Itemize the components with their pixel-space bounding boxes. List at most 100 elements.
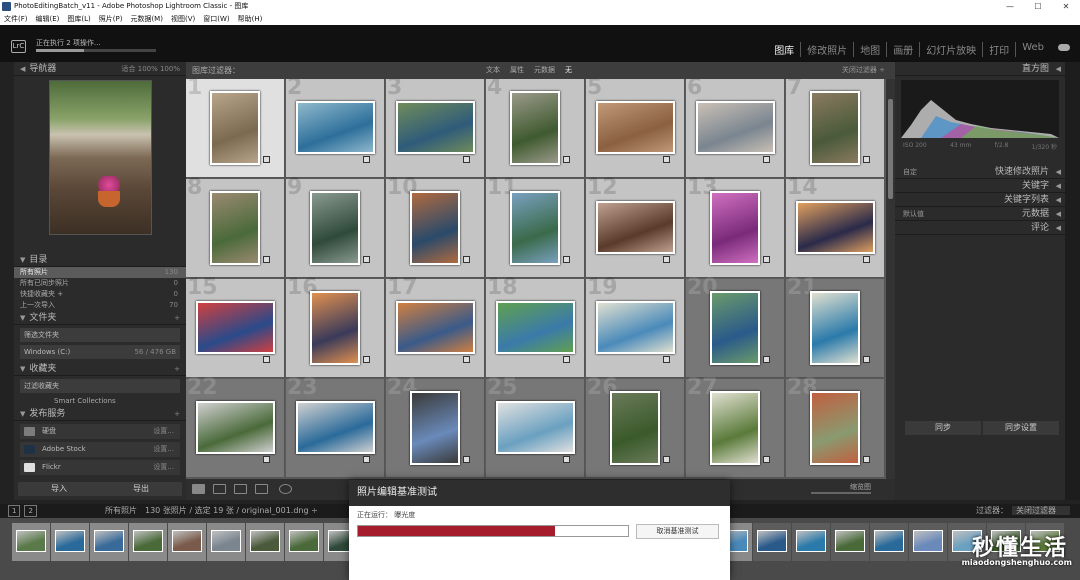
photo-thumbnail[interactable]	[410, 191, 460, 265]
menu-library[interactable]: 图库(L)	[67, 13, 90, 25]
grid-cell[interactable]: 4	[486, 79, 585, 178]
photo-thumbnail[interactable]	[410, 391, 460, 465]
photo-thumbnail[interactable]	[210, 191, 260, 265]
filmstrip-thumb[interactable]	[207, 523, 245, 561]
grid-cell[interactable]: 9	[286, 175, 385, 278]
filter-none[interactable]: 无	[565, 62, 572, 79]
photo-thumbnail[interactable]	[696, 101, 775, 154]
folders-header[interactable]: ▼ 文件夹 +	[14, 311, 186, 325]
catalog-synced[interactable]: 所有已同步照片 0	[14, 278, 186, 289]
filmstrip-filter[interactable]: 过滤器： 关闭过滤器	[976, 504, 1070, 518]
photo-thumbnail[interactable]	[710, 291, 760, 365]
compare-view-icon[interactable]	[234, 484, 247, 494]
minimize-button[interactable]: —	[996, 0, 1024, 13]
keywording-header[interactable]: 关键字 ◀	[895, 179, 1065, 193]
photo-thumbnail[interactable]	[396, 301, 475, 354]
grid-cell[interactable]: 3	[386, 79, 485, 178]
filter-attribute[interactable]: 属性	[510, 62, 524, 79]
grid-cell[interactable]: 21	[786, 275, 885, 378]
export-button[interactable]: 导出	[100, 482, 182, 496]
grid-cell[interactable]: 11	[486, 175, 585, 278]
photo-thumbnail[interactable]	[710, 191, 760, 265]
keyword-list-header[interactable]: 关键字列表 ◀	[895, 193, 1065, 207]
filmstrip-thumb[interactable]	[51, 523, 89, 561]
grid-cell[interactable]: 26	[586, 375, 685, 478]
catalog-header[interactable]: ▼ 目录	[14, 253, 186, 267]
photo-thumbnail[interactable]	[810, 391, 860, 465]
filter-preset[interactable]: 关闭过滤器 ÷	[842, 62, 885, 79]
grid-view-icon[interactable]	[192, 484, 205, 494]
close-button[interactable]: ✕	[1052, 0, 1080, 13]
photo-thumbnail[interactable]	[810, 91, 860, 165]
window-1-button[interactable]: 1	[8, 505, 21, 517]
import-button[interactable]: 导入	[18, 482, 100, 496]
photo-thumbnail[interactable]	[296, 101, 375, 154]
publish-flickr[interactable]: Flickr 设置...	[20, 460, 180, 475]
sync-settings-button[interactable]: 同步设置	[983, 421, 1059, 435]
photo-thumbnail[interactable]	[310, 191, 360, 265]
filmstrip-thumb[interactable]	[90, 523, 128, 561]
grid-cell[interactable]: 17	[386, 275, 485, 378]
menu-window[interactable]: 窗口(W)	[203, 13, 229, 25]
filmstrip-thumb[interactable]	[831, 523, 869, 561]
volume-windows-c[interactable]: Windows (C:) 56 / 476 GB	[20, 345, 180, 359]
photo-thumbnail[interactable]	[710, 391, 760, 465]
grid-cell[interactable]: 2	[286, 79, 385, 178]
collection-search[interactable]: 过滤收藏夹	[20, 379, 180, 393]
grid-cell[interactable]: 20	[686, 275, 785, 378]
cancel-benchmark-button[interactable]: 取消基准测试	[636, 524, 719, 539]
grid-cell[interactable]: 22	[186, 375, 285, 478]
navigator-preview[interactable]	[49, 80, 152, 235]
grid-cell[interactable]: 15	[186, 275, 285, 378]
filter-text[interactable]: 文本	[486, 62, 500, 79]
catalog-all-photos[interactable]: 所有照片 130	[14, 267, 186, 278]
catalog-quick-collection[interactable]: 快捷收藏夹 +0	[14, 289, 186, 300]
grid-cell[interactable]: 27	[686, 375, 785, 478]
filmstrip-thumb[interactable]	[909, 523, 947, 561]
smart-collections[interactable]: Smart Collections	[14, 396, 186, 407]
grid-cell[interactable]: 25	[486, 375, 585, 478]
grid-cell[interactable]: 19	[586, 275, 685, 378]
module-develop[interactable]: 修改照片	[801, 42, 855, 57]
survey-view-icon[interactable]	[255, 484, 268, 494]
quick-develop-header[interactable]: 自定 快速修改照片 ◀	[895, 165, 1065, 179]
photo-thumbnail[interactable]	[310, 291, 360, 365]
photo-thumbnail[interactable]	[596, 301, 675, 354]
grid-cell[interactable]: 23	[286, 375, 385, 478]
publish-adobe-stock[interactable]: Adobe Stock 设置...	[20, 442, 180, 457]
maximize-button[interactable]: ☐	[1024, 0, 1052, 13]
photo-thumbnail[interactable]	[810, 291, 860, 365]
module-library[interactable]: 图库	[768, 42, 802, 57]
filmstrip-thumb[interactable]	[870, 523, 908, 561]
photo-thumbnail[interactable]	[196, 301, 275, 354]
filmstrip-thumb[interactable]	[12, 523, 50, 561]
module-slideshow[interactable]: 幻灯片放映	[920, 42, 984, 57]
photo-thumbnail[interactable]	[196, 401, 275, 454]
photo-thumbnail[interactable]	[596, 101, 675, 154]
grid-cell[interactable]: 6	[686, 79, 785, 178]
menu-help[interactable]: 帮助(H)	[238, 13, 263, 25]
filmstrip-thumb[interactable]	[792, 523, 830, 561]
collections-header[interactable]: ▼ 收藏夹 +	[14, 362, 186, 376]
photo-thumbnail[interactable]	[796, 201, 875, 254]
photo-thumbnail[interactable]	[296, 401, 375, 454]
filmstrip-thumb[interactable]	[129, 523, 167, 561]
grid-cell[interactable]: 24	[386, 375, 485, 478]
filmstrip-thumb[interactable]	[285, 523, 323, 561]
photo-thumbnail[interactable]	[210, 91, 260, 165]
photo-thumbnail[interactable]	[396, 101, 475, 154]
catalog-previous-import[interactable]: 上一次导入 70	[14, 300, 186, 311]
filmstrip-thumb[interactable]	[753, 523, 791, 561]
filmstrip-thumb[interactable]	[168, 523, 206, 561]
folder-search[interactable]: 筛选文件夹	[20, 328, 180, 342]
menu-edit[interactable]: 编辑(E)	[36, 13, 60, 25]
navigator-header[interactable]: ◀ 导航器 适合 100% 100%	[14, 62, 186, 76]
grid-cell[interactable]: 1	[186, 79, 285, 178]
window-2-button[interactable]: 2	[24, 505, 37, 517]
people-view-icon[interactable]	[279, 484, 292, 494]
grid-cell[interactable]: 10	[386, 175, 485, 278]
grid-cell[interactable]: 12	[586, 175, 685, 278]
grid-scrollbar[interactable]	[886, 79, 895, 479]
module-web[interactable]: Web	[1016, 42, 1050, 57]
module-print[interactable]: 打印	[983, 42, 1017, 57]
